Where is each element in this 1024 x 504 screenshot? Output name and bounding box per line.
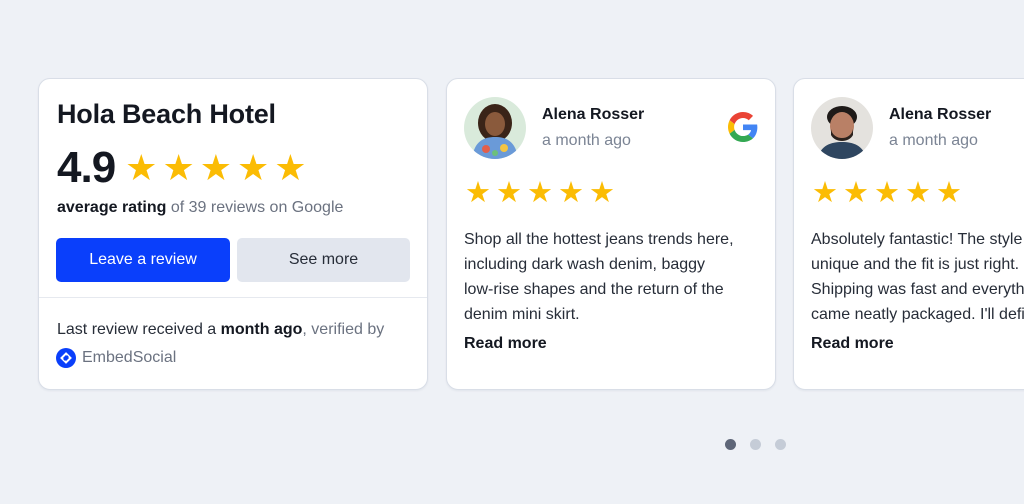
reviewer-avatar (811, 97, 873, 159)
review-text: Shop all the hottest jeans trends here, … (464, 227, 764, 327)
review-count-text: of 39 reviews on Google (170, 199, 344, 216)
review-line: Absolutely fantastic! The style is (811, 231, 1024, 248)
rating-stars: ★ ★ ★ ★ ★ (125, 150, 311, 186)
rating-row: 4.9 ★ ★ ★ ★ ★ (57, 143, 312, 193)
star-icon: ★ (496, 177, 522, 209)
review-line: low-rise shapes and the return of the (464, 281, 724, 298)
average-score: 4.9 (57, 143, 116, 192)
read-more-link[interactable]: Read more (811, 335, 894, 353)
star-icon: ★ (843, 177, 869, 209)
leave-review-button[interactable]: Leave a review (56, 238, 230, 282)
business-name: Hola Beach Hotel (57, 99, 276, 129)
star-icon: ★ (558, 177, 584, 209)
star-icon: ★ (936, 177, 962, 209)
review-line: Shop all the hottest jeans trends here, (464, 231, 734, 248)
footer-time: month ago (220, 321, 303, 338)
reviewer-name: Alena Rosser (542, 106, 645, 123)
review-card: Alena Rosser a month ago ★ ★ ★ ★ ★ Absol… (793, 78, 1024, 390)
star-icon: ★ (527, 177, 553, 209)
embedsocial-link[interactable]: EmbedSocial (56, 348, 176, 368)
star-icon: ★ (162, 147, 195, 188)
review-time: a month ago (542, 132, 631, 149)
review-stars: ★ ★ ★ ★ ★ (812, 179, 967, 208)
reviewer-avatar (464, 97, 526, 159)
star-icon: ★ (874, 177, 900, 209)
star-icon: ★ (274, 147, 307, 188)
review-time: a month ago (889, 132, 978, 149)
pagination-dot-1[interactable] (725, 439, 736, 450)
star-icon: ★ (125, 147, 158, 188)
read-more-link[interactable]: Read more (464, 335, 547, 353)
brand-name: EmbedSocial (82, 349, 177, 366)
star-icon: ★ (812, 177, 838, 209)
google-icon (728, 112, 758, 142)
pagination-dot-2[interactable] (750, 439, 761, 450)
review-line: denim mini skirt. (464, 306, 580, 323)
review-text: Absolutely fantastic! The style is uniqu… (811, 227, 1024, 327)
footer-suffix: , verified by (302, 321, 385, 338)
review-line: including dark wash denim, baggy (464, 256, 706, 273)
review-line: unique and the fit is just right. (811, 256, 1020, 273)
average-rating-label: average rating (57, 199, 167, 216)
footer-prefix: Last review received a (57, 321, 221, 338)
review-card: Alena Rosser a month ago ★ ★ ★ ★ ★ Shop … (446, 78, 776, 390)
carousel-pagination (725, 439, 800, 450)
star-icon: ★ (905, 177, 931, 209)
star-icon: ★ (199, 147, 233, 188)
embedsocial-logo-icon (56, 348, 76, 368)
pagination-dot-3[interactable] (775, 439, 786, 450)
review-line: came neatly packaged. I'll definitely (811, 306, 1024, 323)
rating-summary: average rating of 39 reviews on Google (57, 199, 343, 217)
last-review-info: Last review received a month ago, verifi… (57, 321, 384, 339)
see-more-button[interactable]: See more (237, 238, 410, 282)
divider (39, 297, 427, 298)
star-icon: ★ (589, 177, 615, 209)
star-icon: ★ (465, 177, 491, 209)
summary-card: Hola Beach Hotel 4.9 ★ ★ ★ ★ ★ average r… (38, 78, 428, 390)
review-stars: ★ ★ ★ ★ ★ (465, 179, 620, 208)
star-icon: ★ (237, 147, 270, 188)
reviewer-name: Alena Rosser (889, 106, 992, 123)
review-line: Shipping was fast and everything (811, 281, 1024, 298)
